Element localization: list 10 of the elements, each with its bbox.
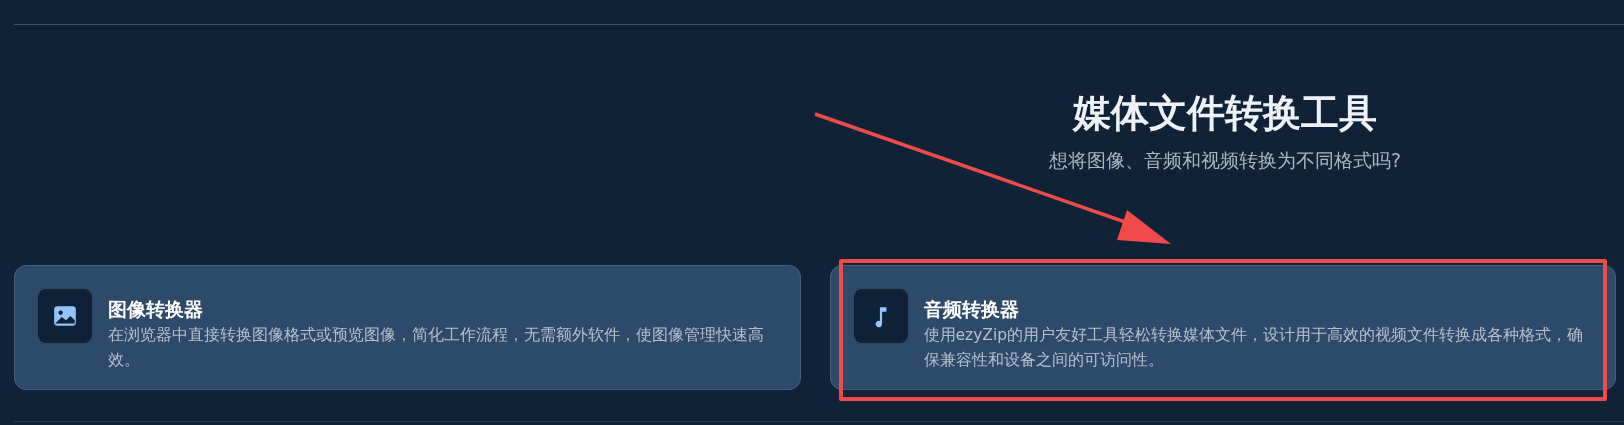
- converter-card[interactable]: 图像转换器 在浏览器中直接转换图像格式或预览图像，简化工作流程，无需额外软件，使图像管理快速高效。: [14, 265, 801, 390]
- card-title: 音频转换器: [923, 297, 1020, 321]
- section-title: 媒体文件转换工具: [1073, 90, 1377, 137]
- card-title: 图像转换器: [108, 297, 204, 321]
- card-description: 使用ezyZip的用户友好工具轻松转换媒体文件，设计用于高效的视频文件转换成各种格式，确保兼容性和设备之间的可访问性。: [923, 325, 1585, 371]
- music-note-icon: [853, 289, 908, 343]
- card-description: 在浏览器中直接转换图像格式或预览图像，简化工作流程，无需额外软件，使图像管理快速高效。: [108, 325, 765, 371]
- section-subtitle: 想将图像、音频和视频转换为不同格式吗?: [1048, 148, 1402, 173]
- image-icon: [38, 289, 92, 343]
- converter-card[interactable]: 音频转换器 使用ezyZip的用户友好工具轻松转换媒体文件，设计用于高效的视频文件转换成各种格式，确保兼容性和设备之间的可访问性。: [829, 265, 1616, 390]
